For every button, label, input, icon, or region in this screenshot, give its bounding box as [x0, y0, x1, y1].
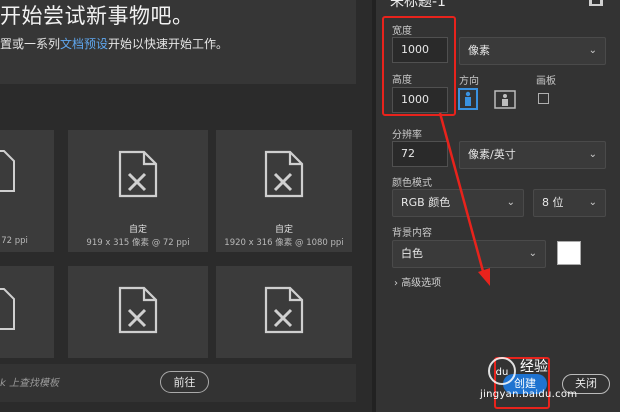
annotation-arrow [438, 112, 490, 286]
watermark-text: 经验 [520, 359, 548, 375]
new-document-dialog: 开始尝试新事物吧。 置或一系列文档预设开始以快速开始工作。 @ 72 ppi 自… [0, 0, 620, 412]
svg-text:du: du [496, 367, 509, 378]
watermark-url: jingyan.baidu.com [480, 389, 578, 400]
